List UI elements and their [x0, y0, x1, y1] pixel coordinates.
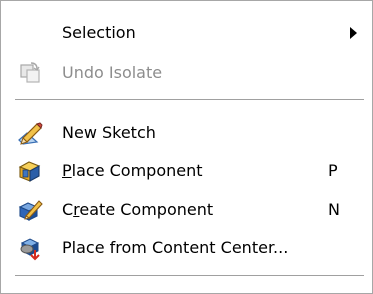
menu-separator [15, 99, 364, 100]
menu-item-selection[interactable]: Selection [1, 16, 372, 50]
menu-item-new-sketch[interactable]: New Sketch [1, 116, 372, 150]
menu-item-place-from-content-center[interactable]: Place from Content Center... [1, 231, 372, 265]
label-rest: eate Component [79, 200, 214, 219]
content-center-icon [20, 238, 40, 261]
submenu-arrow-icon [350, 27, 357, 39]
context-menu: Selection Undo Isolate New Sketch Place … [0, 0, 373, 294]
menu-item-place-component[interactable]: Place Component P [1, 154, 372, 188]
menu-item-label: Undo Isolate [62, 63, 163, 82]
menu-item-label: New Sketch [62, 123, 156, 142]
undo-isolate-icon [20, 62, 40, 83]
mnemonic-letter: P [62, 161, 72, 180]
menu-item-label: Selection [62, 23, 136, 42]
shortcut-key: N [328, 200, 340, 219]
shortcut-key: P [328, 161, 338, 180]
create-component-icon [18, 200, 43, 221]
menu-separator [15, 275, 364, 276]
menu-item-label: Place from Content Center... [62, 238, 289, 257]
menu-item-label: Place Component [62, 161, 203, 181]
menu-item-undo-isolate: Undo Isolate [1, 56, 372, 90]
place-component-icon [18, 161, 41, 182]
new-sketch-icon [18, 122, 43, 145]
label-rest: lace Component [71, 161, 203, 180]
label-pre: C [62, 200, 74, 219]
menu-item-label: Create Component [62, 200, 213, 220]
menu-item-create-component[interactable]: Create Component N [1, 193, 372, 227]
